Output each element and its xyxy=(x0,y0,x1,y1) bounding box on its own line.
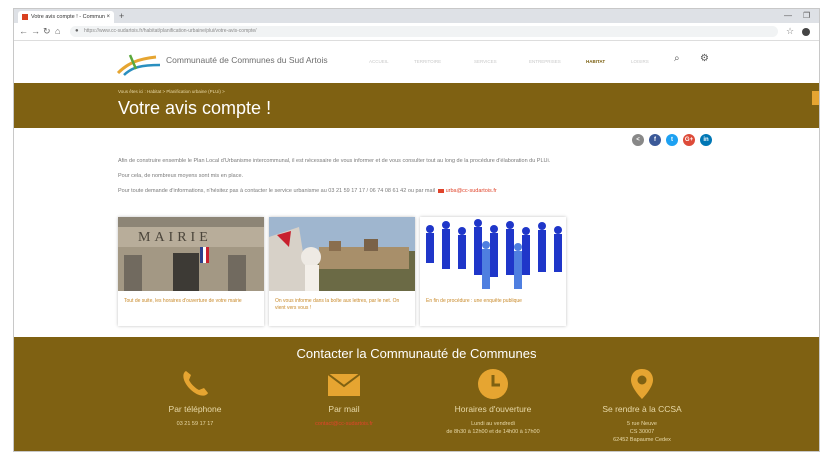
nav-item-accueil[interactable]: ACCUEIL xyxy=(369,59,389,64)
nav-item-loisirs[interactable]: LOISIRS xyxy=(631,59,649,64)
footer-title: Contacter la Communauté de Communes xyxy=(296,346,537,361)
search-icon[interactable]: ⌕ xyxy=(674,53,680,64)
hours-value: Lundi au vendredi de 8h30 à 12h00 et de … xyxy=(418,420,568,436)
mairie-image: MAIRIE xyxy=(118,217,264,291)
clock-icon xyxy=(418,367,568,401)
lock-icon: ● xyxy=(75,28,79,34)
site-favicon-icon xyxy=(22,14,28,20)
public-image xyxy=(420,217,566,291)
contact-footer: Contacter la Communauté de Communes Par … xyxy=(14,337,819,451)
address-label: Se rendre à la CCSA xyxy=(602,404,682,414)
new-tab-button[interactable]: + xyxy=(119,10,124,22)
share-icon[interactable]: < xyxy=(632,134,644,146)
site-logo[interactable] xyxy=(116,49,162,77)
browser-window: Votre avis compte ! - Commun × + — ❐ ← →… xyxy=(13,8,820,452)
hours-times: de 8h30 à 12h00 et de 14h00 à 17h00 xyxy=(446,429,540,435)
card-public[interactable]: En fin de procédure : une enquête publiq… xyxy=(420,217,566,326)
tab-close-icon[interactable]: × xyxy=(106,11,110,23)
tab-title: Votre avis compte ! - Commun xyxy=(31,14,105,20)
contact-phone: Par téléphone 03 21 59 17 17 xyxy=(120,367,270,428)
mail-value[interactable]: contact@cc-sudartois.fr xyxy=(269,420,419,428)
mail-icon xyxy=(437,188,444,193)
card-mairie[interactable]: MAIRIE Tout de suite, les horaires d'ouv… xyxy=(118,217,264,326)
address-cs: CS 30007 xyxy=(629,429,655,435)
means-paragraph: Pour cela, de nombreux moyens sont mis e… xyxy=(118,173,244,179)
back-button[interactable]: ← xyxy=(19,24,28,39)
nav-item-services[interactable]: SERVICES xyxy=(474,59,497,64)
phone-label: Par téléphone xyxy=(168,404,222,414)
url-field[interactable]: ● https://www.cc-sudartois.fr/habitat/pl… xyxy=(70,26,778,37)
mairie-sign: MAIRIE xyxy=(138,230,212,245)
address-value: 5 rue Neuve CS 30007 62452 Bapaume Cedex xyxy=(567,420,717,444)
browser-tab[interactable]: Votre avis compte ! - Commun × xyxy=(18,11,114,23)
main-content: < f t G+ in Afin de construire ensemble … xyxy=(14,128,819,337)
card-mairie-text[interactable]: Tout de suite, les horaires d'ouverture … xyxy=(124,298,260,305)
page-title: Votre avis compte ! xyxy=(118,98,272,118)
card-paysage-text[interactable]: On vous informe dans la boîte aux lettre… xyxy=(275,298,411,312)
phone-icon xyxy=(120,367,270,401)
email-link[interactable]: urba@cc-sudartois.fr xyxy=(446,188,497,194)
contact-paragraph: Pour toute demande d'informations, n'hés… xyxy=(118,188,497,194)
paysage-image xyxy=(269,217,415,291)
card-public-text[interactable]: En fin de procédure : une enquête publiq… xyxy=(426,298,562,305)
minimize-button[interactable]: — xyxy=(784,9,792,22)
reload-button[interactable]: ↻ xyxy=(43,24,51,39)
site-brand-name[interactable]: Communauté de Communes du Sud Artois xyxy=(166,55,328,65)
bookmark-star-icon[interactable]: ☆ xyxy=(786,24,794,39)
site-header: Communauté de Communes du Sud Artois ACC… xyxy=(14,41,819,83)
address-city: 62452 Bapaume Cedex xyxy=(613,437,671,443)
hours-label: Horaires d'ouverture xyxy=(454,404,532,414)
address-street: 5 rue Neuve xyxy=(627,421,657,427)
restore-button[interactable]: ❐ xyxy=(803,9,810,22)
hours-days: Lundi au vendredi xyxy=(471,421,515,427)
home-button[interactable]: ⌂ xyxy=(55,24,60,39)
linkedin-icon[interactable]: in xyxy=(700,134,712,146)
contact-text: Pour toute demande d'informations, n'hés… xyxy=(118,188,436,194)
google-plus-icon[interactable]: G+ xyxy=(683,134,695,146)
contact-hours: Horaires d'ouverture Lundi au vendredi d… xyxy=(418,367,568,436)
mail-label: Par mail xyxy=(328,404,360,414)
profile-avatar[interactable] xyxy=(802,28,810,36)
url-text: https://www.cc-sudartois.fr/habitat/plan… xyxy=(84,28,257,34)
nav-item-entreprises[interactable]: ENTREPRISES xyxy=(529,59,561,64)
intro-paragraph: Afin de construire ensemble le Plan Loca… xyxy=(118,158,551,164)
contact-address: Se rendre à la CCSA 5 rue Neuve CS 30007… xyxy=(567,367,717,444)
breadcrumb[interactable]: Vous êtes ici : Habitat > Planification … xyxy=(118,89,225,94)
address-bar-row: ← → ↻ ⌂ ● https://www.cc-sudartois.fr/ha… xyxy=(14,23,819,41)
nav-item-habitat[interactable]: HABITAT xyxy=(586,59,605,64)
page-title-band: Vous êtes ici : Habitat > Planification … xyxy=(14,83,819,128)
card-paysage[interactable]: On vous informe dans la boîte aux lettre… xyxy=(269,217,415,326)
facebook-icon[interactable]: f xyxy=(649,134,661,146)
side-accessibility-tab[interactable] xyxy=(812,91,819,105)
nav-item-territoire[interactable]: TERRITOIRE xyxy=(414,59,441,64)
phone-value[interactable]: 03 21 59 17 17 xyxy=(120,420,270,428)
envelope-icon xyxy=(269,367,419,401)
screen: Votre avis compte ! - Commun × + — ❐ ← →… xyxy=(0,0,821,452)
user-icon[interactable]: ⚙ xyxy=(700,53,709,64)
map-pin-icon xyxy=(567,367,717,401)
tab-bar: Votre avis compte ! - Commun × + — ❐ xyxy=(14,9,819,23)
twitter-icon[interactable]: t xyxy=(666,134,678,146)
contact-mail: Par mail contact@cc-sudartois.fr xyxy=(269,367,419,428)
forward-button[interactable]: → xyxy=(31,24,40,39)
